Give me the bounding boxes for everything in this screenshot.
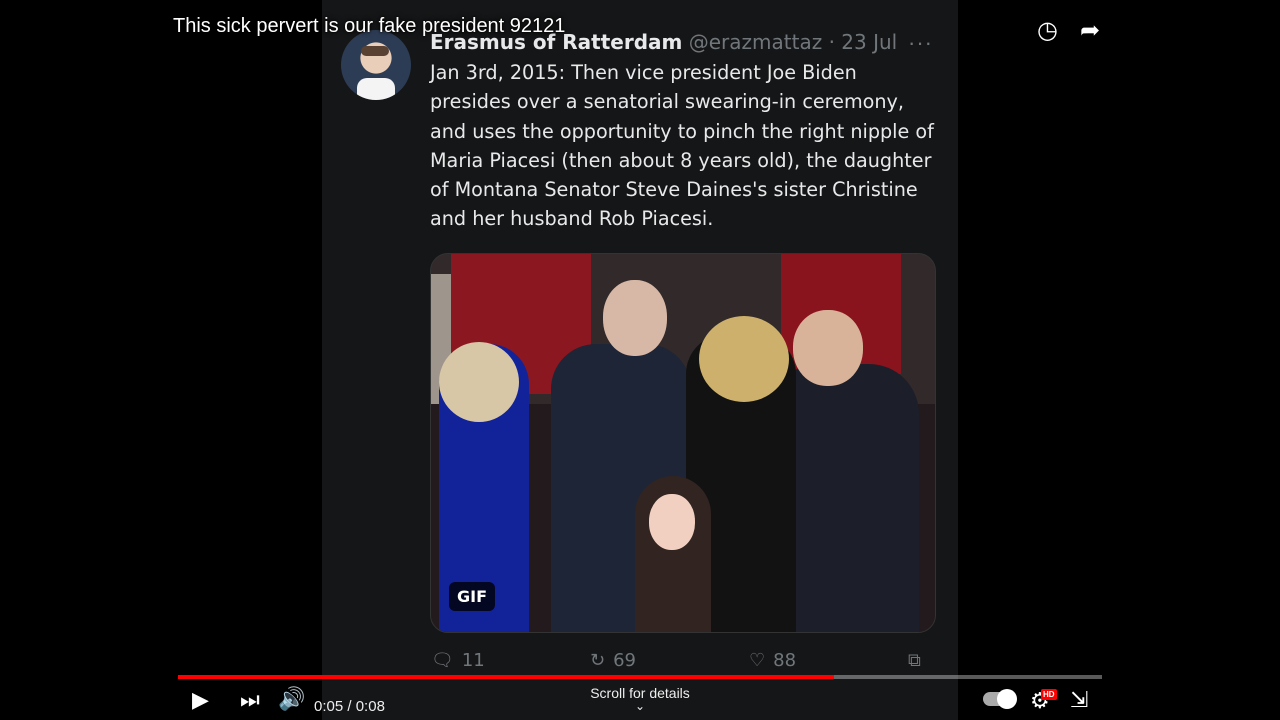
gif-badge: GIF (449, 582, 496, 611)
media-woman-center-hair (699, 316, 789, 402)
share-arrow-icon[interactable]: ➦ (1080, 16, 1100, 45)
scroll-for-details[interactable]: Scroll for details ⌄ (560, 685, 720, 713)
retweet-action: ↻ 69 (590, 650, 636, 671)
clock-icon[interactable]: ◷ (1037, 16, 1058, 45)
video-title[interactable]: This sick pervert is our fake president … (173, 15, 565, 38)
player-controls: ▶ ⏭ 🔊 0:05 / 0:08 Scroll for details ⌄ ⚙… (0, 680, 1280, 720)
volume-icon[interactable]: 🔊 (278, 686, 305, 712)
time-display: 0:05 / 0:08 (314, 698, 385, 715)
tweet-date: 23 Jul (841, 30, 898, 54)
separator-dot: · (828, 30, 835, 54)
retweet-count: 69 (613, 650, 636, 671)
hd-badge: HD (1041, 689, 1057, 700)
time-current: 0:05 (314, 698, 344, 715)
chevron-down-icon: ⌄ (634, 699, 646, 713)
time-total: 0:08 (355, 698, 385, 715)
autoplay-toggle-icon[interactable] (983, 689, 1017, 709)
media-man-head (603, 280, 667, 356)
author-handle: @erazmattaz (688, 30, 823, 54)
exit-fullscreen-icon[interactable]: ⇲ (1070, 687, 1088, 713)
progress-bar[interactable] (178, 675, 1102, 679)
like-count: 88 (773, 650, 797, 671)
reply-count: 11 (461, 650, 485, 671)
avatar (341, 30, 411, 100)
media-girl-face (649, 494, 695, 550)
retweet-icon: ↻ (590, 650, 606, 671)
autoplay-knob (997, 689, 1017, 709)
tweet-gif-media: GIF (430, 253, 936, 633)
share-tweet-action: ⧉ (908, 650, 921, 671)
heart-icon: ♡ (749, 650, 766, 671)
media-woman-left-hair (439, 342, 519, 422)
progress-played (178, 675, 835, 679)
like-action: ♡ 88 (749, 650, 796, 671)
more-options-icon: ··· (908, 30, 933, 55)
next-icon[interactable]: ⏭ (240, 687, 260, 713)
tweet-text: Jan 3rd, 2015: Then vice president Joe B… (430, 61, 934, 231)
reply-icon: 🗨 (431, 650, 454, 671)
video-player[interactable]: Erasmus of Ratterdam @erazmattaz · 23 Ju… (0, 0, 1280, 720)
play-icon[interactable]: ▶ (192, 687, 209, 713)
reply-action: 🗨 11 (431, 650, 485, 671)
time-separator: / (347, 698, 352, 715)
share-nodes-icon: ⧉ (908, 650, 921, 671)
media-man-right-head (793, 310, 863, 386)
